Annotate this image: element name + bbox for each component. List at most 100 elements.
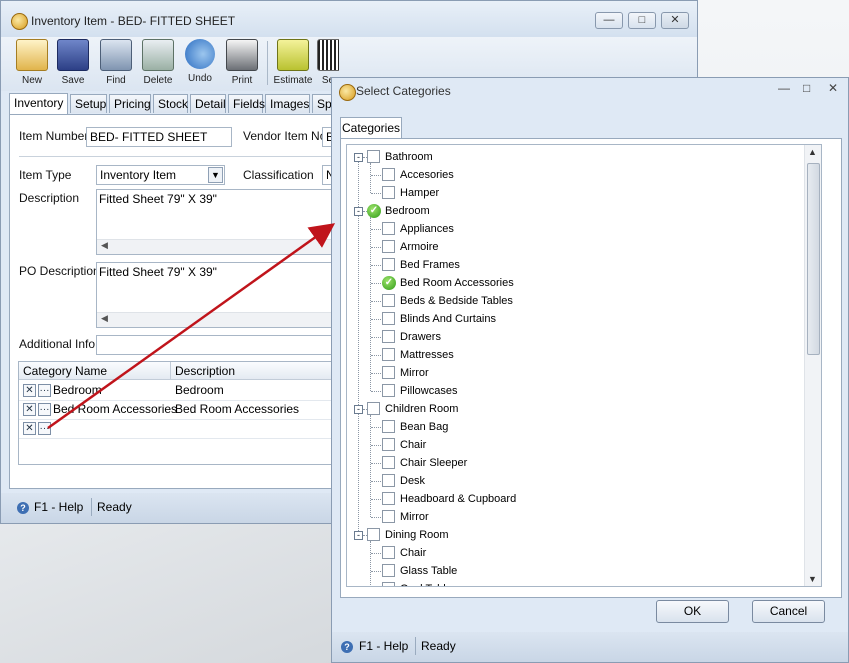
tree-item-node[interactable]: Appliances (347, 220, 802, 238)
tree-item-node[interactable]: Bed Frames (347, 256, 802, 274)
checkbox[interactable] (382, 168, 395, 181)
tree-item-node[interactable]: Mirror (347, 508, 802, 526)
checkbox[interactable] (382, 258, 395, 271)
tab-images[interactable]: Images (265, 94, 310, 113)
tree-item-node[interactable]: Bean Bag (347, 418, 802, 436)
delete-row-icon[interactable]: ✕ (23, 403, 36, 416)
tree-item-node[interactable]: Oval Table (347, 580, 802, 586)
tree-item-node[interactable]: Pillowcases (347, 382, 802, 400)
checkbox[interactable] (367, 402, 380, 415)
tree-item-node[interactable]: Drawers (347, 328, 802, 346)
tree-item-node[interactable]: Desk (347, 472, 802, 490)
tree-group-node[interactable]: - Children Room (347, 400, 802, 418)
column-header-description[interactable]: Description (171, 362, 337, 380)
estimate-button[interactable]: Estimate (272, 39, 314, 86)
tab-fields[interactable]: Fields (228, 94, 265, 113)
scroll-left-icon[interactable]: ◀ (101, 313, 108, 324)
tree-item-node[interactable]: Chair Sleeper (347, 454, 802, 472)
tab-setup[interactable]: Setup (70, 94, 107, 113)
checkbox[interactable] (382, 294, 395, 307)
checkbox[interactable] (382, 510, 395, 523)
minimize-button[interactable]: — (595, 12, 623, 29)
additional-info-input[interactable] (96, 335, 334, 355)
po-description-textarea[interactable]: Fitted Sheet 79" X 39" ◀ (96, 262, 334, 328)
checkbox[interactable] (382, 330, 395, 343)
collapse-icon[interactable]: - (354, 207, 363, 216)
checkbox[interactable] (382, 384, 395, 397)
checkbox[interactable] (382, 312, 395, 325)
chevron-down-icon[interactable]: ▼ (208, 167, 223, 183)
tree-group-node[interactable]: - ✓ Bedroom (347, 202, 802, 220)
checkbox[interactable] (382, 492, 395, 505)
table-row[interactable]: ✕ ··· Bedroom Bedroom (19, 381, 337, 401)
ellipsis-icon[interactable]: ··· (38, 403, 51, 416)
checkbox[interactable] (382, 366, 395, 379)
item-number-input[interactable]: BED- FITTED SHEET (86, 127, 232, 147)
collapse-icon[interactable]: - (354, 405, 363, 414)
maximize-button[interactable]: □ (628, 12, 656, 29)
minimize-button[interactable]: — (778, 81, 790, 95)
tree-item-node[interactable]: Blinds And Curtains (347, 310, 802, 328)
checkbox[interactable] (367, 528, 380, 541)
cancel-button[interactable]: Cancel (752, 600, 825, 623)
tab-detail[interactable]: Detail (190, 94, 226, 113)
tab-categories[interactable]: Categories (340, 117, 402, 139)
horizontal-scrollbar[interactable]: ◀ (97, 239, 333, 254)
maximize-button[interactable]: □ (803, 81, 810, 95)
horizontal-scrollbar[interactable]: ◀ (97, 312, 333, 327)
tab-stock[interactable]: Stock (153, 94, 188, 113)
collapse-icon[interactable]: - (354, 153, 363, 162)
checked-icon[interactable]: ✓ (382, 276, 396, 290)
checkbox[interactable] (382, 438, 395, 451)
checkbox[interactable] (382, 582, 395, 586)
tree-item-node[interactable]: Armoire (347, 238, 802, 256)
ellipsis-icon[interactable]: ··· (38, 384, 51, 397)
tree-group-node[interactable]: - Dining Room (347, 526, 802, 544)
delete-button[interactable]: Delete (138, 39, 178, 86)
close-button[interactable]: ✕ (828, 81, 838, 95)
ok-button[interactable]: OK (656, 600, 729, 623)
collapse-icon[interactable]: - (354, 531, 363, 540)
tree-item-node[interactable]: Accesories (347, 166, 802, 184)
checkbox[interactable] (382, 240, 395, 253)
tab-inventory[interactable]: Inventory (9, 93, 68, 114)
checkbox[interactable] (382, 186, 395, 199)
delete-row-icon[interactable]: ✕ (23, 384, 36, 397)
table-row[interactable]: ✕ ··· Bed Room Accessories Bed Room Acce… (19, 400, 337, 420)
ellipsis-icon[interactable]: ··· (38, 422, 51, 435)
tree-group-node[interactable]: - Bathroom (347, 148, 802, 166)
undo-button[interactable]: Undo (180, 39, 220, 84)
print-button[interactable]: Print (222, 39, 262, 86)
tree-item-node[interactable]: Headboard & Cupboard (347, 490, 802, 508)
scroll-thumb[interactable] (807, 163, 820, 355)
new-button[interactable]: New (12, 39, 52, 86)
scroll-up-icon[interactable]: ▲ (808, 147, 817, 157)
tree-item-node[interactable]: ✓ Bed Room Accessories (347, 274, 802, 292)
checkbox[interactable] (382, 546, 395, 559)
tree-item-node[interactable]: Glass Table (347, 562, 802, 580)
checkbox[interactable] (382, 474, 395, 487)
checkbox[interactable] (382, 564, 395, 577)
save-button[interactable]: Save (53, 39, 93, 86)
item-type-select[interactable]: Inventory Item ▼ (96, 165, 225, 185)
tree-item-node[interactable]: Beds & Bedside Tables (347, 292, 802, 310)
scroll-left-icon[interactable]: ◀ (101, 240, 108, 251)
tab-pricing[interactable]: Pricing (109, 94, 151, 113)
checkbox[interactable] (382, 456, 395, 469)
table-row-new[interactable]: ✕ ··· (19, 419, 337, 439)
checkbox[interactable] (382, 348, 395, 361)
column-header-category-name[interactable]: Category Name (19, 362, 171, 380)
delete-row-icon[interactable]: ✕ (23, 422, 36, 435)
description-textarea[interactable]: Fitted Sheet 79" X 39" ◀ (96, 189, 334, 255)
checkbox[interactable] (382, 222, 395, 235)
tree-item-node[interactable]: Hamper (347, 184, 802, 202)
vertical-scrollbar[interactable]: ▲ ▼ (804, 145, 821, 586)
checked-icon[interactable]: ✓ (367, 204, 381, 218)
checkbox[interactable] (382, 420, 395, 433)
tree-item-node[interactable]: Chair (347, 544, 802, 562)
close-button[interactable]: ✕ (661, 12, 689, 29)
checkbox[interactable] (367, 150, 380, 163)
find-button[interactable]: Find (96, 39, 136, 86)
scroll-down-icon[interactable]: ▼ (808, 574, 817, 584)
tree-item-node[interactable]: Mirror (347, 364, 802, 382)
